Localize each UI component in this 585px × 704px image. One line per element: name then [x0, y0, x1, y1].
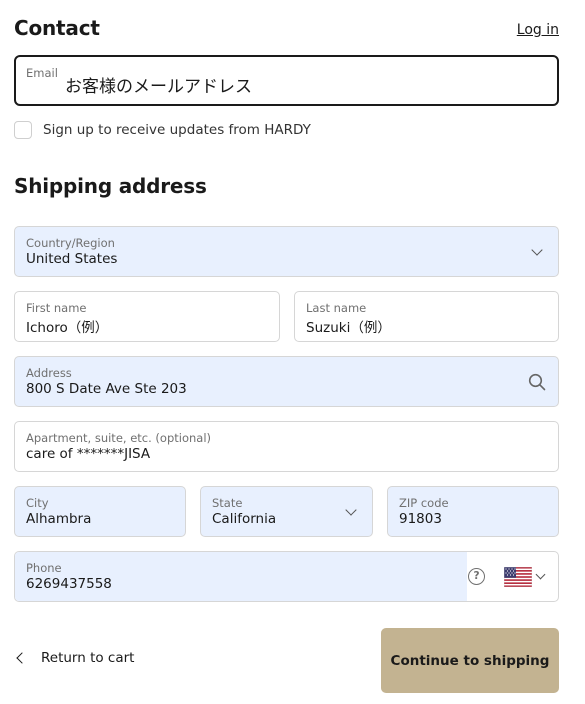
- first-name-field[interactable]: First name Ichoro（例）: [14, 291, 280, 342]
- city-value[interactable]: Alhambra: [26, 511, 91, 527]
- last-name-value[interactable]: Suzuki（例）: [306, 316, 391, 336]
- return-to-cart-label: Return to cart: [41, 650, 135, 666]
- phone-label: Phone: [26, 561, 62, 575]
- continue-to-shipping-button[interactable]: Continue to shipping: [381, 628, 559, 693]
- country-label: Country/Region: [26, 236, 115, 250]
- newsletter-checkbox[interactable]: [14, 121, 32, 139]
- address-label: Address: [26, 366, 72, 380]
- contact-heading: Contact: [14, 16, 100, 40]
- phone-field[interactable]: Phone 6269437558 ?: [14, 551, 559, 602]
- first-name-label: First name: [26, 301, 87, 315]
- zip-code-label: ZIP code: [399, 496, 449, 510]
- apartment-value[interactable]: care of *******JISA: [26, 446, 150, 462]
- return-to-cart-link[interactable]: Return to cart: [14, 650, 134, 666]
- state-select[interactable]: State California: [200, 486, 373, 537]
- phone-value[interactable]: 6269437558: [26, 576, 112, 592]
- apartment-field[interactable]: Apartment, suite, etc. (optional) care o…: [14, 421, 559, 472]
- chevron-down-icon: [535, 569, 546, 580]
- login-link[interactable]: Log in: [517, 22, 559, 38]
- chevron-left-icon: [16, 652, 28, 664]
- email-field[interactable]: Email お客様のメールアドレス: [14, 55, 559, 106]
- phone-country-select[interactable]: [504, 566, 550, 588]
- last-name-field[interactable]: Last name Suzuki（例）: [294, 291, 559, 342]
- shipping-address-heading: Shipping address: [14, 174, 207, 198]
- newsletter-checkbox-row[interactable]: Sign up to receive updates from HARDY: [14, 121, 311, 139]
- address-field[interactable]: Address 800 S Date Ave Ste 203: [14, 356, 559, 407]
- state-label: State: [212, 496, 243, 510]
- email-label: Email: [26, 66, 58, 80]
- apartment-label: Apartment, suite, etc. (optional): [26, 431, 212, 445]
- city-field[interactable]: City Alhambra: [14, 486, 186, 537]
- zip-code-field[interactable]: ZIP code 91803: [387, 486, 559, 537]
- newsletter-label: Sign up to receive updates from HARDY: [43, 122, 311, 138]
- help-icon[interactable]: ?: [468, 568, 485, 585]
- us-flag-icon: [504, 567, 532, 587]
- chevron-down-icon: [531, 244, 543, 256]
- state-value: California: [212, 511, 277, 527]
- email-value[interactable]: お客様のメールアドレス: [65, 72, 252, 97]
- country-select[interactable]: Country/Region United States: [14, 226, 559, 277]
- address-value[interactable]: 800 S Date Ave Ste 203: [26, 381, 187, 397]
- country-value: United States: [26, 251, 118, 267]
- last-name-label: Last name: [306, 301, 367, 315]
- zip-code-value[interactable]: 91803: [399, 511, 442, 527]
- chevron-down-icon: [345, 504, 357, 516]
- city-label: City: [26, 496, 49, 510]
- search-icon: [528, 373, 546, 391]
- first-name-value[interactable]: Ichoro（例）: [26, 316, 108, 336]
